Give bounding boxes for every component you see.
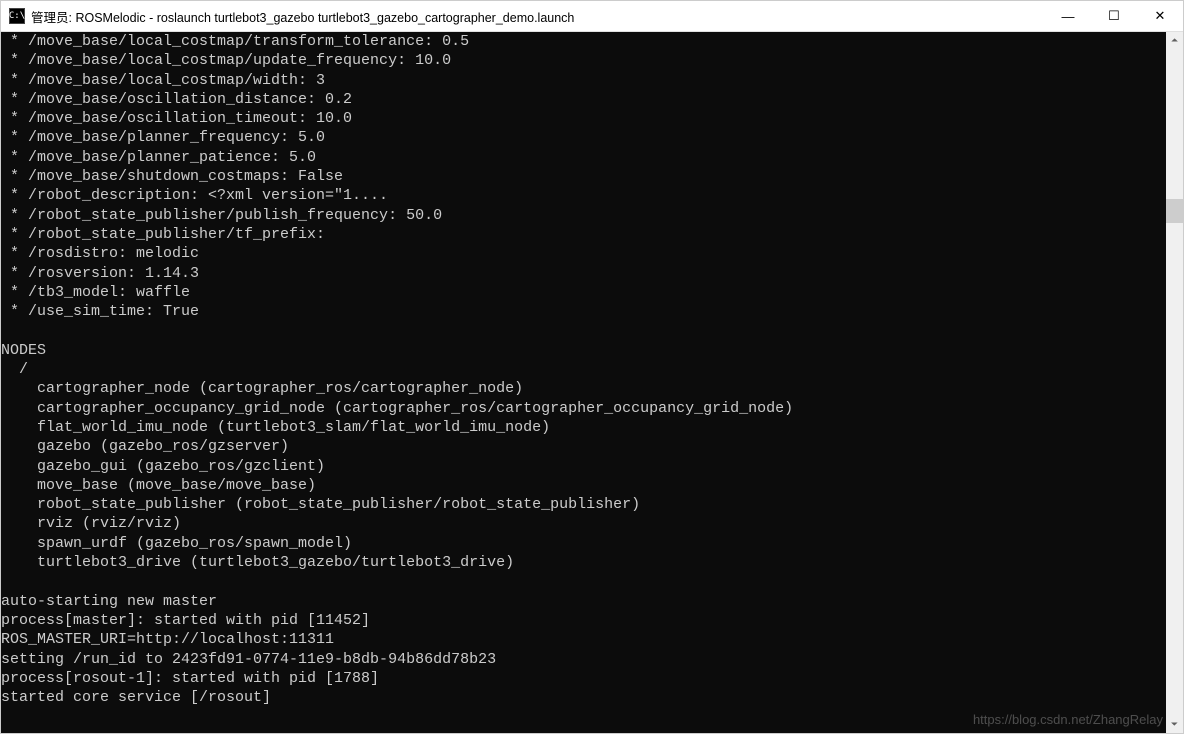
scroll-track[interactable] (1166, 49, 1183, 716)
terminal-output[interactable]: * /move_base/local_costmap/transform_tol… (1, 32, 1166, 733)
window-controls: — ☐ ✕ (1045, 1, 1183, 31)
window-title: 管理员: ROSMelodic - roslaunch turtlebot3_g… (31, 7, 1045, 26)
close-button[interactable]: ✕ (1137, 1, 1183, 31)
scroll-up-icon[interactable]: ⏶ (1166, 32, 1183, 49)
scroll-thumb[interactable] (1166, 199, 1183, 223)
terminal-wrapper: * /move_base/local_costmap/transform_tol… (1, 32, 1183, 733)
minimize-button[interactable]: — (1045, 1, 1091, 31)
scrollbar[interactable]: ⏶ ⏷ (1166, 32, 1183, 733)
window-frame: C:\ 管理员: ROSMelodic - roslaunch turtlebo… (0, 0, 1184, 734)
maximize-button[interactable]: ☐ (1091, 1, 1137, 31)
app-icon: C:\ (9, 8, 25, 24)
titlebar[interactable]: C:\ 管理员: ROSMelodic - roslaunch turtlebo… (1, 1, 1183, 32)
scroll-down-icon[interactable]: ⏷ (1166, 716, 1183, 733)
watermark-text: https://blog.csdn.net/ZhangRelay (973, 712, 1163, 727)
